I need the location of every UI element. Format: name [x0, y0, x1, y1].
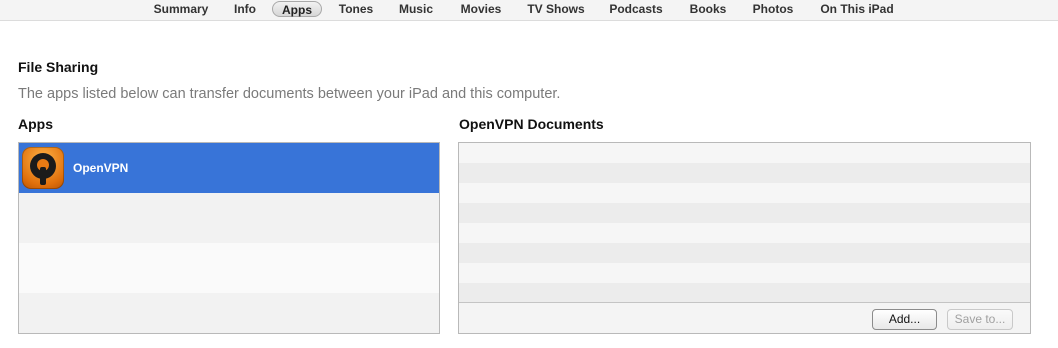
tab-books[interactable]: Books: [684, 1, 732, 17]
list-row-empty: [459, 203, 1030, 223]
tab-podcasts[interactable]: Podcasts: [604, 1, 668, 17]
tab-movies[interactable]: Movies: [455, 1, 507, 17]
file-sharing-title: File Sharing: [18, 59, 99, 75]
file-sharing-description: The apps listed below can transfer docum…: [18, 86, 561, 102]
tab-on-this-ipad[interactable]: On This iPad: [814, 1, 900, 17]
documents-list[interactable]: Add... Save to...: [458, 142, 1031, 334]
tab-photos[interactable]: Photos: [748, 1, 798, 17]
app-name: OpenVPN: [73, 161, 129, 175]
tab-apps[interactable]: Apps: [272, 1, 322, 17]
list-row-empty: [19, 293, 439, 333]
apps-header: Apps: [18, 116, 53, 132]
tab-tones[interactable]: Tones: [334, 1, 378, 17]
list-row-empty: [19, 243, 439, 293]
documents-header: OpenVPN Documents: [459, 116, 604, 132]
list-row-empty: [459, 223, 1030, 243]
tab-tv-shows[interactable]: TV Shows: [522, 1, 590, 17]
list-row-empty: [459, 143, 1030, 163]
tab-info[interactable]: Info: [230, 1, 260, 17]
save-to-button[interactable]: Save to...: [947, 309, 1013, 330]
openvpn-app-icon: [22, 147, 64, 189]
add-button[interactable]: Add...: [872, 309, 937, 330]
tab-summary[interactable]: Summary: [150, 1, 212, 17]
list-item-openvpn[interactable]: OpenVPN: [19, 143, 439, 193]
documents-rows: [459, 143, 1030, 303]
tab-bar: Summary Info Apps Tones Music Movies TV …: [0, 0, 1058, 21]
apps-list[interactable]: OpenVPN: [18, 142, 440, 334]
list-row-empty: [459, 183, 1030, 203]
list-row-empty: [459, 163, 1030, 183]
list-row-empty: [459, 283, 1030, 303]
documents-footer: Add... Save to...: [459, 302, 1030, 333]
list-row-empty: [19, 193, 439, 243]
tab-music[interactable]: Music: [394, 1, 438, 17]
list-row-empty: [459, 263, 1030, 283]
list-row-empty: [459, 243, 1030, 263]
